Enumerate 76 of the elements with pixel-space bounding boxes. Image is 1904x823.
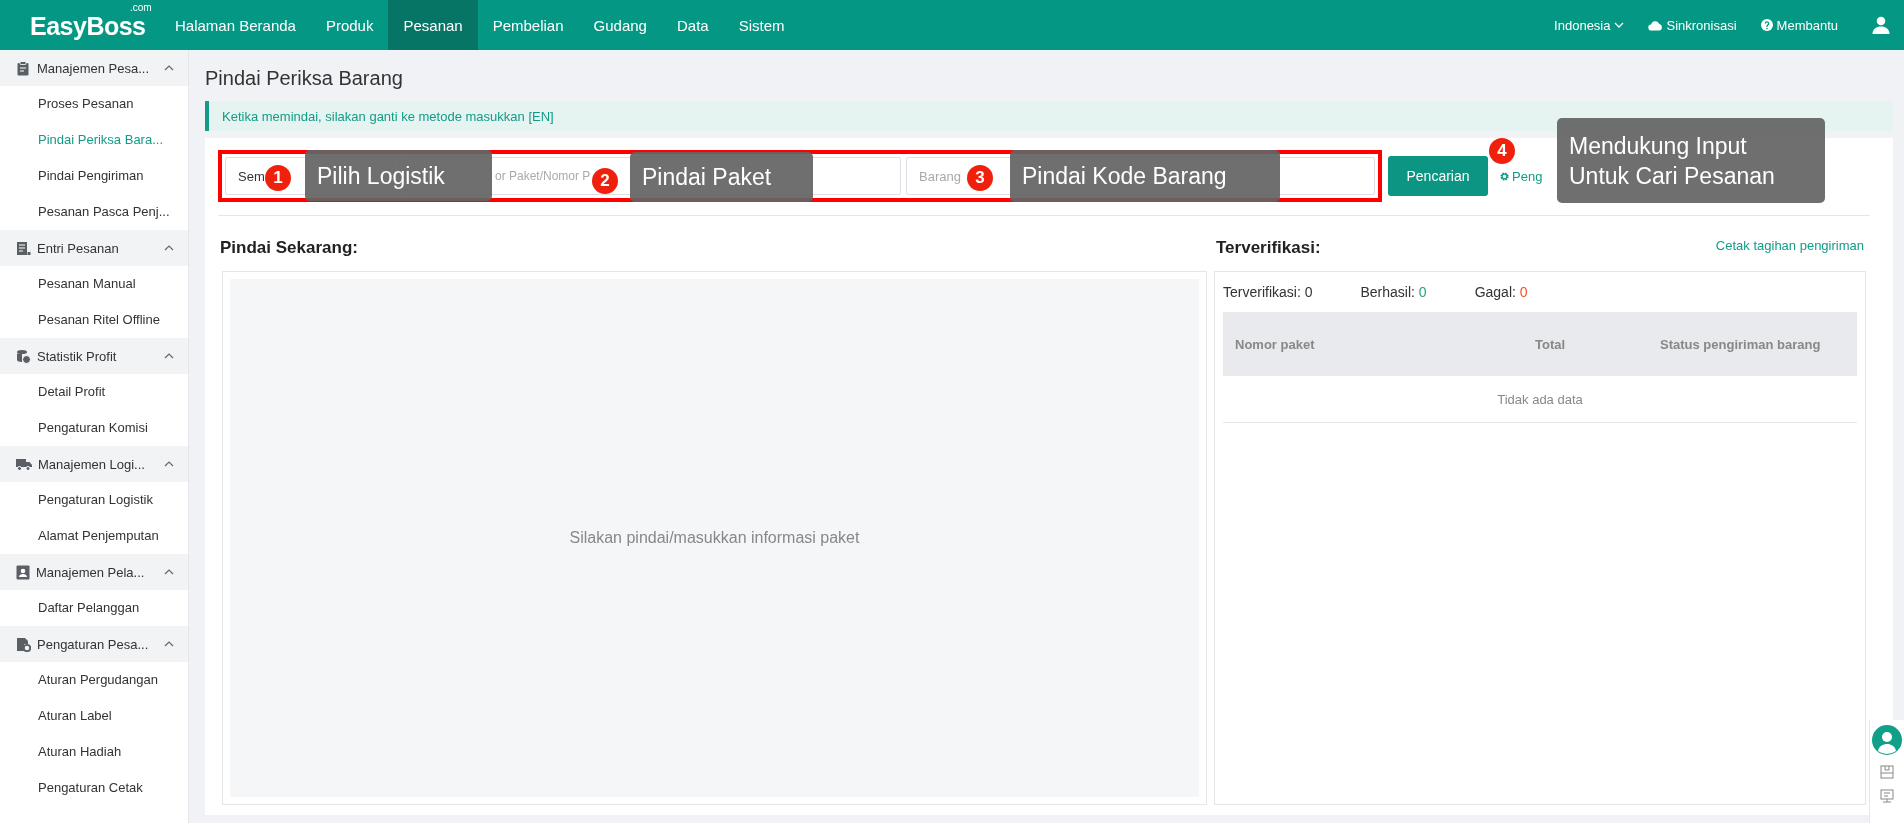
callout-tooltip: Mendukung Input Untuk Cari Pesanan xyxy=(1557,118,1825,203)
search-button[interactable]: Pencarian xyxy=(1388,156,1488,196)
sidebar-group-header[interactable]: Manajemen Pela... xyxy=(0,554,188,590)
sidebar-group-label: Manajemen Pela... xyxy=(36,564,146,580)
sidebar-item[interactable]: Pengaturan Logistik xyxy=(0,482,188,518)
nav-tab[interactable]: Pembelian xyxy=(477,0,579,50)
help-button[interactable]: Membantu xyxy=(1760,17,1838,33)
cloud-icon xyxy=(1648,19,1663,31)
empty-message: Silakan pindai/masukkan informasi paket xyxy=(569,529,860,547)
sidebar-item[interactable]: Pengaturan Komisi xyxy=(0,410,188,446)
contact-card-icon xyxy=(16,564,30,580)
print-link[interactable]: Cetak tagihan pengiriman xyxy=(1715,238,1864,258)
clipboard-icon xyxy=(16,60,31,76)
sidebar-item[interactable]: Pesanan Manual xyxy=(0,266,188,302)
assistant-avatar-icon[interactable] xyxy=(1872,725,1902,755)
settings-icon xyxy=(1499,170,1510,182)
help-icon xyxy=(1760,19,1773,31)
sidebar-group-header[interactable]: Entri Pesanan xyxy=(0,230,188,266)
callout-tooltip: Pilih Logistik xyxy=(305,150,492,201)
user-icon[interactable] xyxy=(1872,16,1890,34)
sidebar-group-label: Pengaturan Pesa... xyxy=(37,636,150,652)
logo-text: EasyBoss xyxy=(30,13,147,39)
nav-tab[interactable]: Data xyxy=(661,0,724,50)
sidebar-group-header[interactable]: Manajemen Logi... xyxy=(0,446,188,482)
page-title: Pindai Periksa Barang xyxy=(205,66,404,91)
column-header: Status pengiriman barang xyxy=(1659,335,1822,354)
stat-value: 0 xyxy=(1304,284,1313,300)
box-icon[interactable] xyxy=(1880,765,1894,779)
sidebar-item[interactable]: Proses Pesanan xyxy=(0,86,188,122)
sync-button[interactable]: Sinkronisasi xyxy=(1648,17,1737,33)
callout-tooltip: Pindai Paket xyxy=(630,152,813,202)
sidebar-item[interactable]: Pesanan Pasca Penj... xyxy=(0,194,188,230)
sidebar-item[interactable]: Daftar Pelanggan xyxy=(0,590,188,626)
sidebar-item[interactable]: Pengaturan Cetak xyxy=(0,770,188,806)
nav-tab[interactable]: Produk xyxy=(310,0,389,50)
stat-label: Terverifikasi: xyxy=(1223,284,1301,300)
section-title: Pindai Sekarang: xyxy=(220,238,358,257)
sidebar-group-header[interactable]: Pengaturan Pesa... xyxy=(0,626,188,662)
sidebar-group-label: Statistik Profit xyxy=(37,348,118,364)
sidebar-item[interactable]: Detail Profit xyxy=(0,374,188,410)
sidebar-group-header[interactable]: Manajemen Pesa... xyxy=(0,50,188,86)
sidebar-group-label: Manajemen Logi... xyxy=(38,456,146,472)
sidebar-item[interactable]: Pesanan Ritel Offline xyxy=(0,302,188,338)
notice-bar: Ketika memindai, silakan ganti ke metode masukkan [EN] xyxy=(205,101,1893,131)
nav-tab[interactable]: Pesanan xyxy=(388,0,478,50)
sidebar-item[interactable]: Alamat Penjemputan xyxy=(0,518,188,554)
logo-suffix: .com xyxy=(130,2,152,13)
document-gear-icon xyxy=(16,636,31,652)
sidebar-item[interactable]: Aturan Hadiah xyxy=(0,734,188,770)
sidebar-item[interactable]: Aturan Label xyxy=(0,698,188,734)
monitor-icon[interactable] xyxy=(1880,789,1894,803)
column-header: Total xyxy=(1535,335,1567,354)
sidebar-item[interactable]: Aturan Pergudangan xyxy=(0,662,188,698)
empty-message: Tidak ada data xyxy=(1497,391,1583,407)
stat-label: Gagal: xyxy=(1474,284,1516,300)
stat-label: Berhasil: xyxy=(1360,284,1415,300)
step-number-badge: 4 xyxy=(1489,138,1515,164)
nav-tab[interactable]: Gudang xyxy=(578,0,662,50)
list-icon xyxy=(16,240,31,256)
nav-tab[interactable]: Sistem xyxy=(723,0,800,50)
section-title: Terverifikasi: xyxy=(1216,238,1321,258)
scan-settings-link[interactable]: Peng xyxy=(1499,168,1543,184)
chevron-down-icon xyxy=(1614,21,1625,29)
stat-value: 0 xyxy=(1418,284,1427,300)
column-header: Nomor paket xyxy=(1234,335,1316,354)
sidebar-group-label: Manajemen Pesa... xyxy=(37,60,150,76)
nav-tab[interactable]: Halaman Beranda xyxy=(160,0,311,50)
language-selector[interactable]: Indonesia xyxy=(1554,17,1625,33)
coins-icon xyxy=(16,348,31,364)
truck-icon xyxy=(16,457,32,471)
sidebar-item[interactable]: Pindai Periksa Bara... xyxy=(0,122,188,158)
sidebar-group-header[interactable]: Statistik Profit xyxy=(0,338,188,374)
sidebar-item[interactable]: Pindai Pengiriman xyxy=(0,158,188,194)
callout-tooltip: Pindai Kode Barang xyxy=(1010,150,1280,202)
stat-value: 0 xyxy=(1519,284,1528,300)
sidebar-group-label: Entri Pesanan xyxy=(37,240,120,256)
